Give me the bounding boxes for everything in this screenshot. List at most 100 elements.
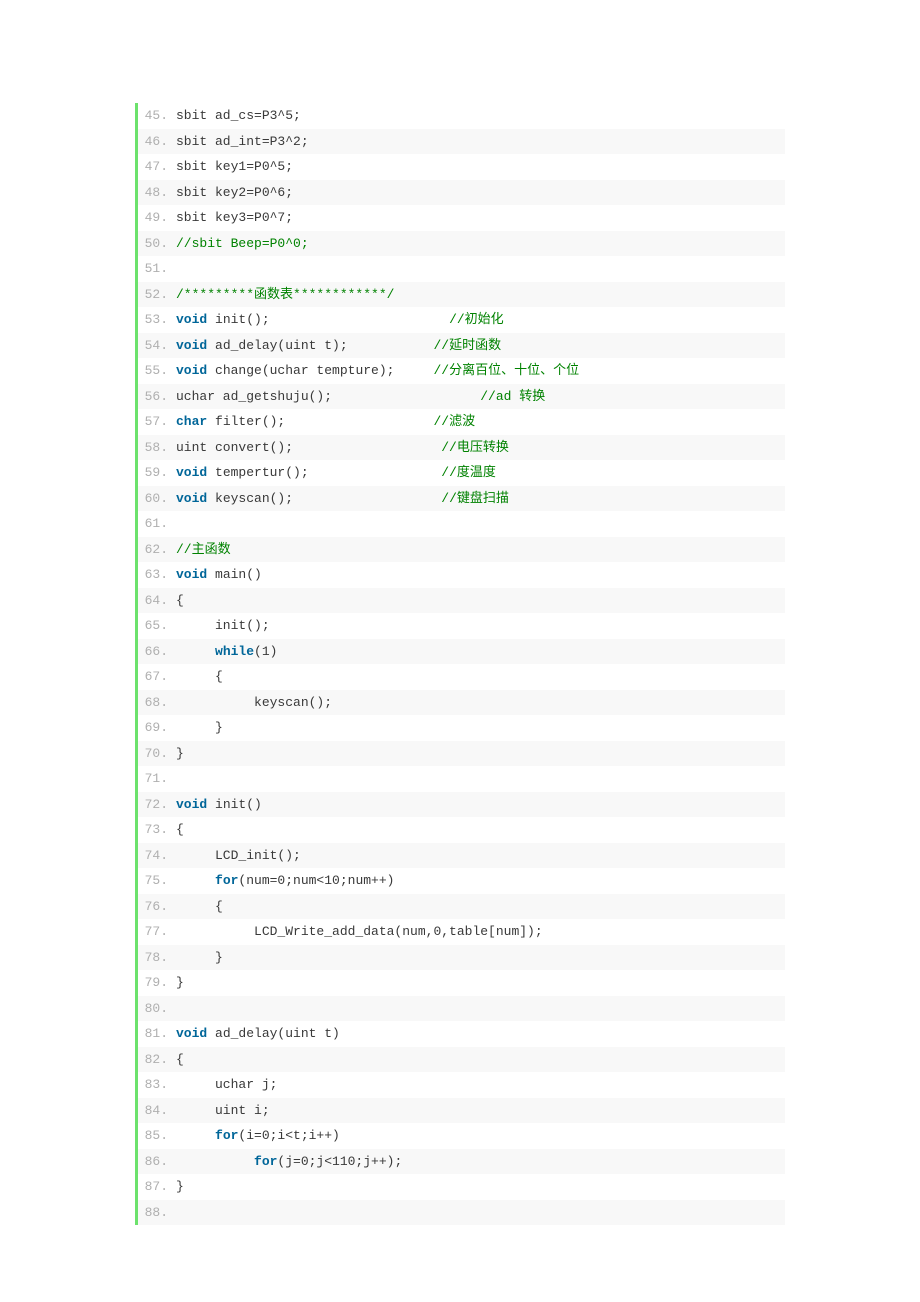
code-line: 82.{ [138, 1047, 785, 1073]
line-number: 84. [138, 1098, 176, 1124]
line-content: //主函数 [176, 537, 785, 563]
line-content [176, 766, 785, 792]
line-number: 73. [138, 817, 176, 843]
line-content: void init(); //初始化 [176, 307, 785, 333]
code-line: 83. uchar j; [138, 1072, 785, 1098]
code-line: 68. keyscan(); [138, 690, 785, 716]
line-number: 86. [138, 1149, 176, 1175]
line-content: sbit ad_int=P3^2; [176, 129, 785, 155]
line-number: 72. [138, 792, 176, 818]
line-content: uint convert(); //电压转换 [176, 435, 785, 461]
code-line: 45.sbit ad_cs=P3^5; [138, 103, 785, 129]
code-line: 64.{ [138, 588, 785, 614]
code-line: 65. init(); [138, 613, 785, 639]
code-line: 76. { [138, 894, 785, 920]
code-line: 50.//sbit Beep=P0^0; [138, 231, 785, 257]
code-line: 67. { [138, 664, 785, 690]
line-content: void main() [176, 562, 785, 588]
line-number: 75. [138, 868, 176, 894]
code-line: 47.sbit key1=P0^5; [138, 154, 785, 180]
line-number: 78. [138, 945, 176, 971]
code-line: 70.} [138, 741, 785, 767]
line-content [176, 996, 785, 1022]
code-line: 61. [138, 511, 785, 537]
line-content: init(); [176, 613, 785, 639]
code-line: 86. for(j=0;j<110;j++); [138, 1149, 785, 1175]
line-number: 64. [138, 588, 176, 614]
line-number: 55. [138, 358, 176, 384]
code-line: 81.void ad_delay(uint t) [138, 1021, 785, 1047]
line-content: { [176, 664, 785, 690]
line-content: sbit key2=P0^6; [176, 180, 785, 206]
code-line: 73.{ [138, 817, 785, 843]
line-content: void tempertur(); //度温度 [176, 460, 785, 486]
code-line: 79.} [138, 970, 785, 996]
code-line: 88. [138, 1200, 785, 1226]
line-content: uchar ad_getshuju(); //ad 转换 [176, 384, 785, 410]
line-number: 57. [138, 409, 176, 435]
line-content: void ad_delay(uint t) [176, 1021, 785, 1047]
line-number: 83. [138, 1072, 176, 1098]
line-content: { [176, 588, 785, 614]
code-line: 49.sbit key3=P0^7; [138, 205, 785, 231]
line-content: for(i=0;i<t;i++) [176, 1123, 785, 1149]
line-number: 60. [138, 486, 176, 512]
line-number: 71. [138, 766, 176, 792]
line-content: } [176, 970, 785, 996]
code-line: 60.void keyscan(); //键盘扫描 [138, 486, 785, 512]
line-number: 87. [138, 1174, 176, 1200]
line-number: 63. [138, 562, 176, 588]
line-number: 56. [138, 384, 176, 410]
code-line: 78. } [138, 945, 785, 971]
line-content: while(1) [176, 639, 785, 665]
line-content: } [176, 715, 785, 741]
line-content: { [176, 817, 785, 843]
line-number: 70. [138, 741, 176, 767]
line-content: keyscan(); [176, 690, 785, 716]
line-number: 52. [138, 282, 176, 308]
code-line: 72.void init() [138, 792, 785, 818]
code-line: 54.void ad_delay(uint t); //延时函数 [138, 333, 785, 359]
code-line: 77. LCD_Write_add_data(num,0,table[num])… [138, 919, 785, 945]
line-number: 85. [138, 1123, 176, 1149]
code-line: 74. LCD_init(); [138, 843, 785, 869]
code-line: 75. for(num=0;num<10;num++) [138, 868, 785, 894]
line-content: sbit key3=P0^7; [176, 205, 785, 231]
code-line: 59.void tempertur(); //度温度 [138, 460, 785, 486]
line-number: 58. [138, 435, 176, 461]
code-line: 84. uint i; [138, 1098, 785, 1124]
line-number: 50. [138, 231, 176, 257]
line-content: uchar j; [176, 1072, 785, 1098]
code-block: 45.sbit ad_cs=P3^5; 46.sbit ad_int=P3^2;… [135, 103, 785, 1225]
line-number: 47. [138, 154, 176, 180]
line-content [176, 256, 785, 282]
code-line: 56.uchar ad_getshuju(); //ad 转换 [138, 384, 785, 410]
line-number: 54. [138, 333, 176, 359]
line-number: 45. [138, 103, 176, 129]
line-number: 74. [138, 843, 176, 869]
line-number: 48. [138, 180, 176, 206]
line-content: char filter(); //滤波 [176, 409, 785, 435]
code-line: 63.void main() [138, 562, 785, 588]
line-number: 80. [138, 996, 176, 1022]
line-number: 66. [138, 639, 176, 665]
line-content [176, 1200, 785, 1226]
line-number: 68. [138, 690, 176, 716]
line-number: 82. [138, 1047, 176, 1073]
code-line: 58.uint convert(); //电压转换 [138, 435, 785, 461]
code-line: 48.sbit key2=P0^6; [138, 180, 785, 206]
line-content [176, 511, 785, 537]
line-number: 49. [138, 205, 176, 231]
code-line: 55.void change(uchar tempture); //分离百位、十… [138, 358, 785, 384]
line-number: 61. [138, 511, 176, 537]
line-content: for(j=0;j<110;j++); [176, 1149, 785, 1175]
line-content: } [176, 741, 785, 767]
line-content: void init() [176, 792, 785, 818]
line-content: } [176, 945, 785, 971]
code-line: 52./*********函数表************/ [138, 282, 785, 308]
line-number: 51. [138, 256, 176, 282]
line-content: void ad_delay(uint t); //延时函数 [176, 333, 785, 359]
code-line: 71. [138, 766, 785, 792]
code-line: 87.} [138, 1174, 785, 1200]
line-content: LCD_init(); [176, 843, 785, 869]
